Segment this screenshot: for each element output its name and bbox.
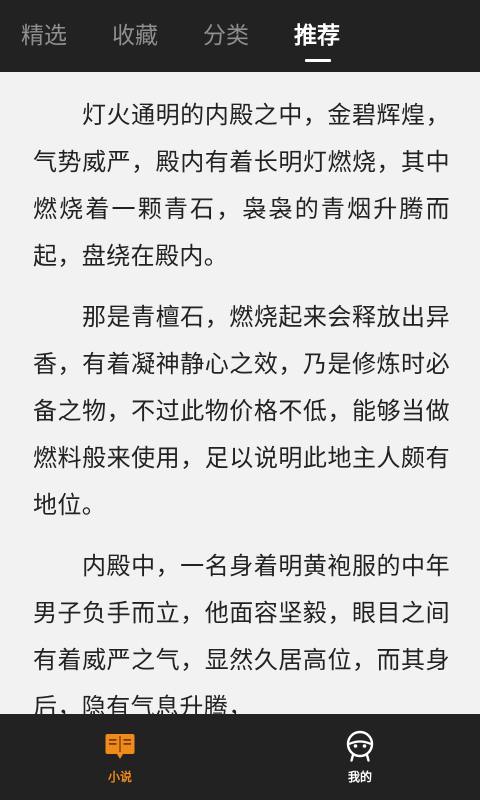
book-icon — [105, 734, 135, 759]
article-paragraph: 那是青檀石，燃烧起来会释放出异香，有着凝神静心之效，乃是修炼时必备之物，不过此物… — [33, 303, 450, 519]
nav-novels-label: 小说 — [107, 770, 132, 784]
nav-profile-label: 我的 — [347, 770, 372, 784]
tab-categories[interactable]: 分类 — [203, 16, 249, 56]
tab-favorites[interactable]: 收藏 — [112, 16, 158, 56]
tab-recommended[interactable]: 推荐 — [294, 16, 340, 56]
bottom-navigation: 小说 我的 — [0, 714, 480, 800]
nav-novels[interactable]: 小说 — [60, 714, 180, 800]
article-paragraph: 灯火通明的内殿之中，金碧辉煌，气势威严，殿内有着长明灯燃烧，其中燃烧着一颗青石，… — [33, 101, 450, 270]
article-paragraph: 内殿中，一名身着明黄袍服的中年男子负手而立，他面容坚毅，眼目之间有着威严之气，显… — [33, 552, 450, 714]
profile-icon — [346, 730, 374, 762]
active-tab-indicator — [305, 59, 331, 62]
top-tab-bar: 精选 收藏 分类 推荐 — [0, 0, 480, 72]
reading-content[interactable]: 灯火通明的内殿之中，金碧辉煌，气势威严，殿内有着长明灯燃烧，其中燃烧着一颗青石，… — [0, 72, 480, 714]
tab-featured[interactable]: 精选 — [21, 16, 67, 56]
nav-profile[interactable]: 我的 — [300, 714, 420, 800]
app-screen: 精选 收藏 分类 推荐 灯火通明的内殿之中，金碧辉煌，气势威严，殿内有着长明灯燃… — [0, 0, 480, 800]
